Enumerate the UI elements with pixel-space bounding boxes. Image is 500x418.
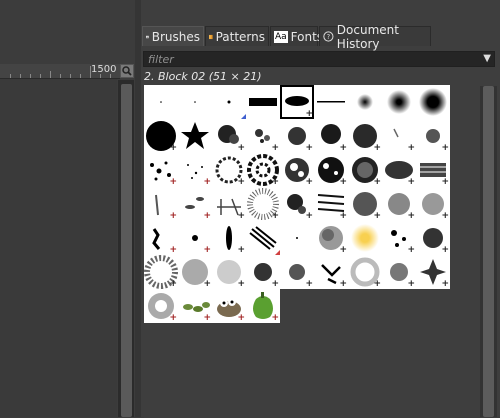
- tab-document-history[interactable]: ? Document History: [319, 23, 431, 51]
- brush-cell[interactable]: +: [314, 221, 348, 255]
- brush-cell[interactable]: +: [178, 187, 212, 221]
- tab-label: Brushes: [151, 29, 200, 44]
- history-icon: ?: [323, 31, 334, 42]
- brush-cell[interactable]: +: [382, 119, 416, 153]
- brush-cell[interactable]: +: [382, 153, 416, 187]
- zoom-button[interactable]: [120, 64, 134, 78]
- brush-cell[interactable]: +: [416, 119, 450, 153]
- brush-cell[interactable]: [246, 85, 280, 119]
- brush-cell[interactable]: +: [246, 289, 280, 323]
- brush-cell[interactable]: +: [178, 153, 212, 187]
- brush-cell[interactable]: +: [314, 119, 348, 153]
- brush-cell[interactable]: [246, 221, 280, 255]
- brush-icon: [146, 35, 149, 38]
- brush-cell[interactable]: +: [416, 221, 450, 255]
- canvas-scrollbar-thumb[interactable]: [121, 84, 132, 417]
- brush-cell[interactable]: +: [178, 221, 212, 255]
- brush-grid: + + + + + + + + + + + + + + + + + + + + …: [144, 85, 455, 418]
- brush-cell[interactable]: +: [212, 289, 246, 323]
- brush-cell[interactable]: +: [212, 255, 246, 289]
- brush-cell[interactable]: +: [212, 153, 246, 187]
- brush-grid-scrollbar-thumb[interactable]: [483, 86, 494, 417]
- filter-input[interactable]: [148, 52, 468, 66]
- tab-brushes[interactable]: Brushes: [142, 26, 204, 46]
- brush-cell[interactable]: +: [280, 187, 314, 221]
- brush-cell[interactable]: +: [144, 255, 178, 289]
- tab-label: Document History: [336, 22, 399, 51]
- svg-text:?: ?: [327, 33, 331, 41]
- brush-cell[interactable]: +: [178, 289, 212, 323]
- brush-cell[interactable]: +: [144, 289, 178, 323]
- brush-cell[interactable]: +: [144, 119, 178, 153]
- brush-cell[interactable]: +: [178, 255, 212, 289]
- brush-cell[interactable]: [178, 85, 212, 119]
- brush-cell[interactable]: +: [280, 153, 314, 187]
- tab-fonts[interactable]: Aa Fonts: [270, 26, 323, 46]
- brush-cell[interactable]: +: [348, 187, 382, 221]
- brush-filter[interactable]: ▼: [143, 51, 495, 67]
- brush-cell[interactable]: +: [280, 119, 314, 153]
- brush-cell[interactable]: [416, 85, 450, 119]
- magnifier-icon: [122, 66, 132, 76]
- brush-cell[interactable]: +: [348, 153, 382, 187]
- brush-cell[interactable]: +: [246, 187, 280, 221]
- brush-cell[interactable]: +: [416, 255, 450, 289]
- brush-cell[interactable]: [382, 85, 416, 119]
- brush-cell[interactable]: +: [314, 255, 348, 289]
- brush-cell[interactable]: +: [246, 153, 280, 187]
- brush-cell[interactable]: [178, 119, 212, 153]
- brush-cell[interactable]: +: [212, 221, 246, 255]
- brush-cell[interactable]: +: [280, 255, 314, 289]
- brush-cell[interactable]: +: [348, 255, 382, 289]
- brush-cell[interactable]: +: [246, 255, 280, 289]
- brush-cell[interactable]: +: [144, 221, 178, 255]
- horizontal-ruler: 1500: [0, 64, 120, 79]
- brush-cell[interactable]: +: [348, 119, 382, 153]
- brush-cell[interactable]: [314, 85, 348, 119]
- pattern-icon: [209, 34, 213, 39]
- brush-cell[interactable]: +: [416, 153, 450, 187]
- selected-brush-name: 2. Block 02 (51 × 21): [144, 70, 262, 83]
- brush-cell[interactable]: [280, 221, 314, 255]
- brush-cell[interactable]: +: [382, 255, 416, 289]
- brush-cell[interactable]: +: [246, 119, 280, 153]
- canvas-area[interactable]: [0, 79, 117, 417]
- tab-label: Patterns: [215, 29, 265, 44]
- brush-cell[interactable]: +: [314, 187, 348, 221]
- brush-cell-selected[interactable]: +: [280, 85, 314, 119]
- brush-cell[interactable]: +: [212, 119, 246, 153]
- chevron-down-icon[interactable]: ▼: [483, 53, 491, 64]
- tab-patterns[interactable]: Patterns: [205, 26, 269, 46]
- brush-cell[interactable]: +: [144, 187, 178, 221]
- brush-cell[interactable]: +: [382, 221, 416, 255]
- brush-cell[interactable]: [144, 85, 178, 119]
- font-icon: Aa: [274, 30, 288, 43]
- brush-cell[interactable]: +: [416, 187, 450, 221]
- brush-cell[interactable]: +: [212, 187, 246, 221]
- ruler-label: 1500: [91, 64, 117, 75]
- brush-cell[interactable]: +: [314, 153, 348, 187]
- brush-cell[interactable]: [212, 85, 246, 119]
- brush-cell[interactable]: [348, 221, 382, 255]
- brush-cell[interactable]: [348, 85, 382, 119]
- brush-cell[interactable]: +: [382, 187, 416, 221]
- brush-cell[interactable]: +: [144, 153, 178, 187]
